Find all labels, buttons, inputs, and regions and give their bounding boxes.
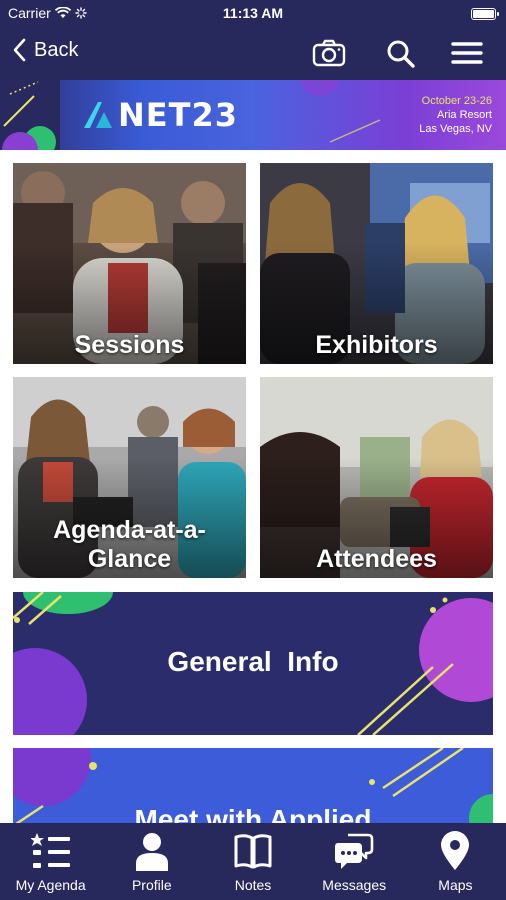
tab-my-agenda[interactable]: My Agenda: [0, 823, 101, 900]
tile-label: Sessions: [74, 331, 185, 359]
logo-text: NET23: [118, 96, 238, 134]
tab-profile[interactable]: Profile: [101, 823, 202, 900]
nav-bar: Back: [0, 28, 506, 80]
book-icon: [234, 834, 272, 869]
list-icon: [30, 833, 70, 868]
tab-maps[interactable]: Maps: [405, 823, 506, 900]
tile-exhibitors[interactable]: Exhibitors: [260, 163, 493, 364]
tab-label: My Agenda: [15, 877, 86, 893]
status-time: 11:13 AM: [222, 5, 284, 21]
logo-mark-icon: [84, 102, 112, 128]
tab-label: Notes: [234, 877, 272, 893]
tab-label: Profile: [131, 877, 172, 893]
tab-notes[interactable]: Notes: [202, 823, 303, 900]
chat-icon: [335, 833, 374, 869]
person-icon: [135, 833, 168, 871]
event-venue: Aria Resort: [436, 109, 492, 121]
battery-fill: [473, 10, 494, 18]
status-bar: Carrier 11:13 AM: [0, 0, 506, 28]
tile-attendees[interactable]: Attendees: [260, 377, 493, 578]
back-label: Back: [34, 38, 79, 61]
tab-bar: My Agenda Profile Notes Messages Maps: [0, 823, 506, 900]
tile-agenda-at-a-glance[interactable]: Agenda-at-a- Glance: [13, 377, 246, 578]
camera-icon[interactable]: [312, 38, 346, 68]
battery-icon: [471, 8, 499, 20]
back-button[interactable]: Back: [12, 38, 78, 62]
event-info: October 23-26 Aria Resort Las Vegas, NV: [419, 94, 492, 136]
event-city: Las Vegas, NV: [419, 123, 492, 135]
tile-sessions[interactable]: Sessions: [13, 163, 246, 364]
general-info-banner[interactable]: General Info: [13, 592, 493, 735]
general-info-label: General Info: [167, 646, 339, 677]
search-icon[interactable]: [384, 38, 418, 68]
event-banner: NET23 October 23-26 Aria Resort Las Vega…: [0, 80, 506, 150]
tile-label: Attendees: [316, 545, 437, 573]
tab-label: Messages: [322, 877, 387, 893]
menu-icon[interactable]: [450, 38, 484, 68]
tab-messages[interactable]: Messages: [304, 823, 405, 900]
app-screen: Carrier 11:13 AM Back NET23 October 23-2…: [0, 0, 506, 900]
map-pin-icon: [441, 831, 470, 870]
tile-label: Agenda-at-a- Glance: [53, 516, 206, 573]
event-dates: October 23-26: [421, 95, 492, 107]
chevron-left-icon: [13, 38, 26, 62]
tab-label: Maps: [438, 877, 473, 893]
tile-label: Exhibitors: [315, 331, 438, 359]
event-logo: NET23: [82, 96, 238, 134]
meet-banner[interactable]: Meet with Applied: [13, 748, 493, 828]
